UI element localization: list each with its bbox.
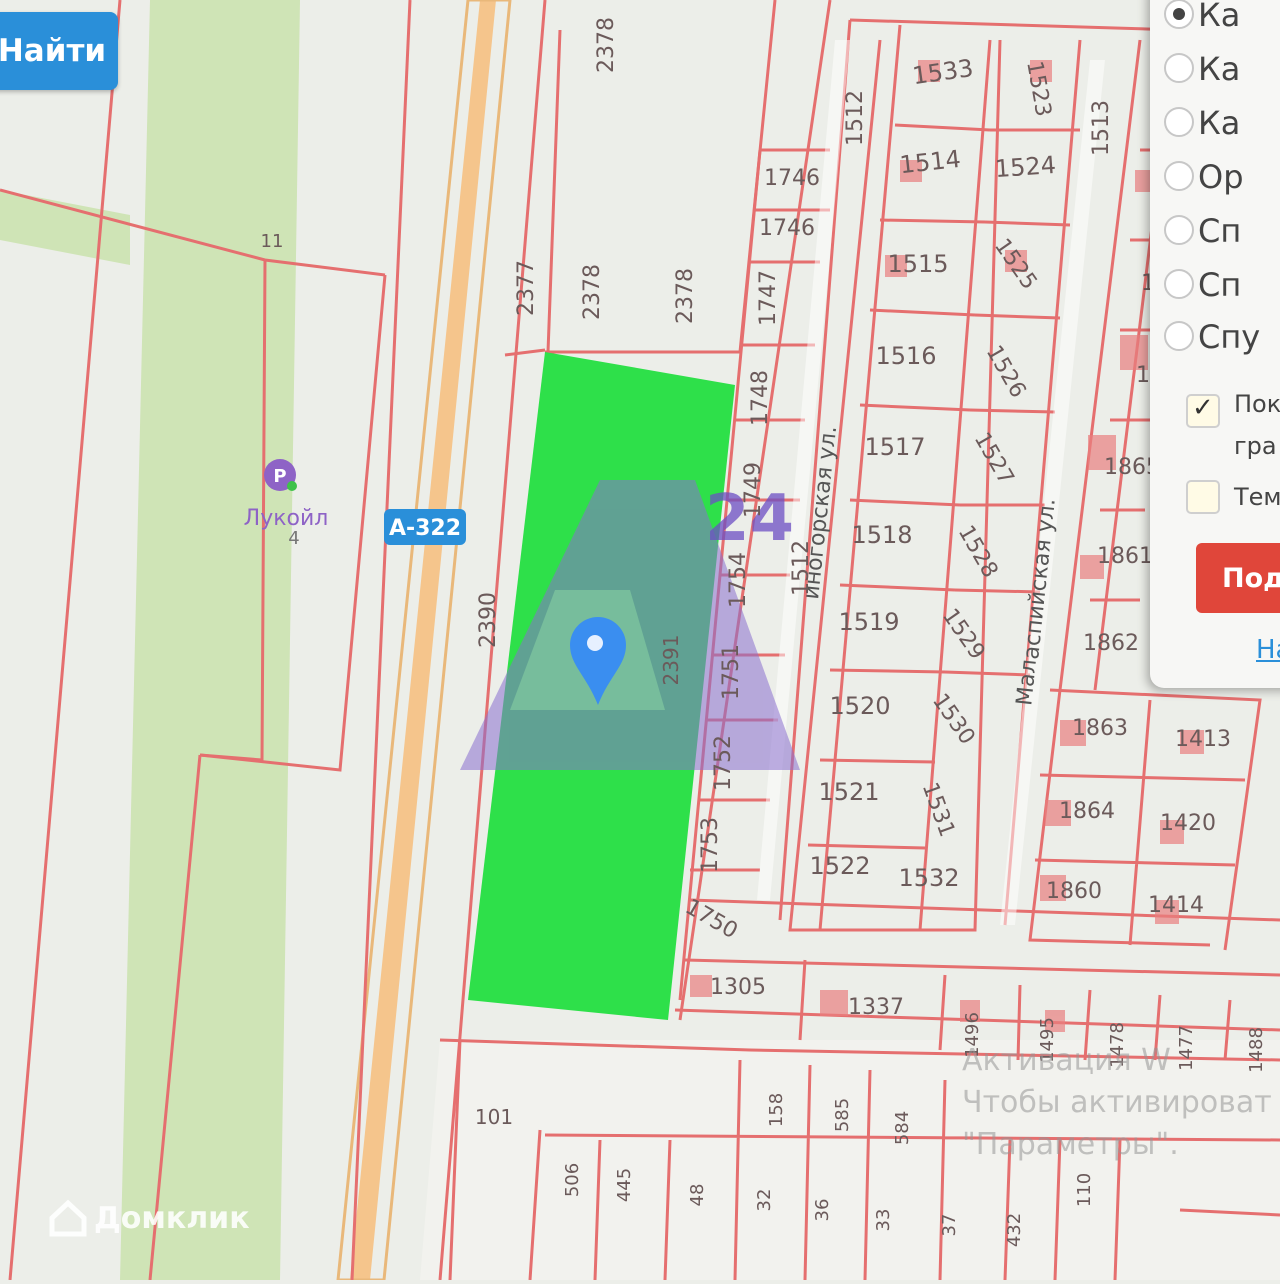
layer-option-1[interactable]: Ка bbox=[1164, 0, 1240, 38]
poi-number: 4 bbox=[288, 528, 299, 549]
layer-option-3[interactable]: Ка bbox=[1164, 100, 1240, 146]
os-activation-notice: Активация W Чтобы активироват "Параметры… bbox=[962, 1043, 1272, 1162]
radio-icon[interactable] bbox=[1164, 161, 1194, 191]
radio-icon[interactable] bbox=[1164, 269, 1194, 299]
plot-label: 1519 bbox=[838, 608, 899, 636]
plot-label: 506 bbox=[562, 1163, 583, 1197]
plot-label: 11 bbox=[261, 231, 284, 252]
plot-label: 37 bbox=[939, 1214, 960, 1237]
layer-panel: Ка Ка Ка Ор Сп Сп Спу Пок гра Тем Под На bbox=[1150, 0, 1280, 688]
plot-label: 1512 bbox=[789, 540, 814, 596]
svg-text:P: P bbox=[273, 466, 286, 487]
checkbox-borders[interactable] bbox=[1186, 393, 1220, 428]
radio-selected-icon[interactable] bbox=[1164, 0, 1194, 29]
domclick-watermark: Домклик bbox=[48, 1198, 250, 1238]
layer-option-4[interactable]: Ор bbox=[1164, 154, 1244, 200]
plot-label: 432 bbox=[1004, 1213, 1025, 1247]
plot-label: 445 bbox=[614, 1168, 635, 1202]
plot-label: 1753 bbox=[698, 817, 723, 873]
plot-label: 48 bbox=[687, 1184, 708, 1207]
layer-option-5[interactable]: Сп bbox=[1164, 208, 1241, 254]
plot-label: 1749 bbox=[741, 462, 766, 518]
poi-name: Лукойл bbox=[244, 506, 329, 531]
checkbox-borders-label-2: гра bbox=[1234, 432, 1277, 460]
radio-icon[interactable] bbox=[1164, 107, 1194, 137]
plot-label: 1517 bbox=[864, 433, 925, 461]
plot-label: 1413 bbox=[1175, 727, 1231, 752]
plot-label: 101 bbox=[475, 1105, 513, 1129]
plot-label: 2390 bbox=[476, 592, 501, 648]
plot-label: 1751 bbox=[719, 644, 744, 700]
plot-label: 1746 bbox=[759, 216, 815, 241]
plot-label: 158 bbox=[766, 1093, 787, 1127]
layer-option-2[interactable]: Ка bbox=[1164, 46, 1240, 92]
plot-label: 33 bbox=[873, 1209, 894, 1232]
plot-label: 1305 bbox=[710, 975, 766, 1000]
layer-option-6[interactable]: Сп bbox=[1164, 262, 1241, 308]
plot-label: 1520 bbox=[829, 692, 890, 720]
plot-label: 1513 bbox=[1089, 100, 1114, 156]
plot-label: 1522 bbox=[809, 852, 870, 880]
plot-label: 1515 bbox=[887, 250, 948, 278]
plot-label: 1337 bbox=[848, 995, 904, 1020]
plot-label: 36 bbox=[812, 1199, 833, 1222]
house-icon bbox=[49, 1199, 87, 1237]
checkbox-theme[interactable] bbox=[1186, 480, 1220, 514]
plot-label: 1752 bbox=[711, 735, 736, 791]
plot-label: 1414 bbox=[1148, 893, 1204, 918]
plot-label: 1861 bbox=[1097, 544, 1153, 569]
radio-icon[interactable] bbox=[1164, 321, 1194, 351]
plot-label: 2378 bbox=[580, 264, 605, 320]
plot-label: 1863 bbox=[1072, 716, 1128, 741]
plot-label: 584 bbox=[892, 1111, 913, 1145]
plot-label: 585 bbox=[832, 1098, 853, 1132]
plot-label: 1518 bbox=[851, 521, 912, 549]
plot-label: 1747 bbox=[756, 270, 781, 326]
plot-label: 2377 bbox=[514, 260, 539, 316]
submit-button[interactable]: Под bbox=[1196, 543, 1280, 613]
plot-label: 32 bbox=[754, 1189, 775, 1212]
plot-label: 2378 bbox=[594, 17, 619, 73]
plot-label: 1521 bbox=[818, 778, 879, 806]
radio-icon[interactable] bbox=[1164, 215, 1194, 245]
plot-label: 1420 bbox=[1160, 811, 1216, 836]
street-label-east-prefix: Мал bbox=[1012, 658, 1042, 707]
plot-label: 1754 bbox=[726, 552, 751, 608]
plot-label: 1862 bbox=[1083, 631, 1139, 656]
checkbox-borders-label: Пок bbox=[1234, 390, 1280, 418]
radio-icon[interactable] bbox=[1164, 53, 1194, 83]
svg-text:А-322: А-322 bbox=[389, 516, 461, 541]
green-belt bbox=[120, 0, 300, 1280]
plot-label: 2391 bbox=[659, 635, 683, 686]
plot-label: 1746 bbox=[764, 166, 820, 191]
plot-label: 1748 bbox=[748, 370, 773, 426]
plot-label: 1524 bbox=[994, 151, 1057, 183]
find-button[interactable]: Найти bbox=[0, 12, 118, 90]
layer-option-7[interactable]: Спу bbox=[1164, 314, 1260, 360]
plot-label: 1532 bbox=[898, 864, 959, 892]
checkbox-theme-label: Тем bbox=[1234, 483, 1280, 511]
plot-label: 1864 bbox=[1059, 799, 1115, 824]
plot-label: 2378 bbox=[673, 268, 698, 324]
panel-link[interactable]: На bbox=[1256, 635, 1280, 665]
highway-badge: А-322 bbox=[384, 509, 466, 545]
plot-label: 1512 bbox=[843, 90, 868, 146]
plot-label: 1516 bbox=[875, 342, 936, 370]
plot-label: 1860 bbox=[1046, 879, 1102, 904]
plot-label: 110 bbox=[1074, 1173, 1095, 1207]
